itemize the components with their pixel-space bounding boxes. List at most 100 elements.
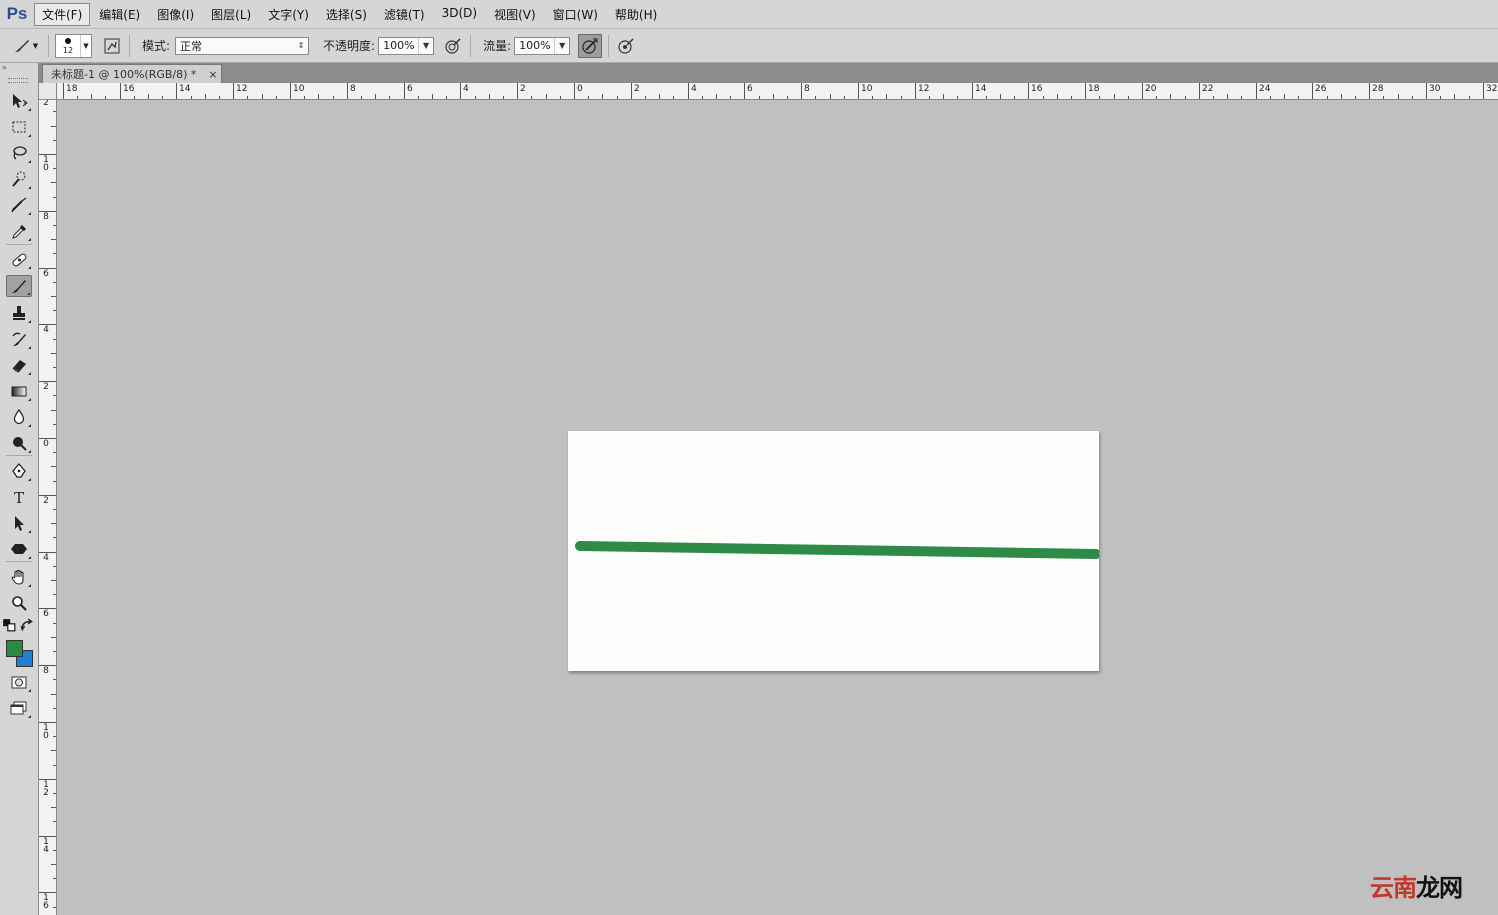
ruler-label: 16 <box>1031 84 1043 94</box>
ruler-origin[interactable] <box>39 83 57 100</box>
ruler-tick <box>1085 83 1086 99</box>
ruler-tick <box>51 864 56 865</box>
menu-item[interactable]: 视图(V) <box>486 3 544 26</box>
menu-item[interactable]: 窗口(W) <box>545 3 606 26</box>
ruler-label: 6 <box>43 269 49 279</box>
menu-item[interactable]: 选择(S) <box>318 3 375 26</box>
menu-item[interactable]: 编辑(E) <box>91 3 148 26</box>
opacity-pressure-toggle[interactable] <box>442 35 464 57</box>
path-select-tool[interactable] <box>6 512 32 534</box>
menu-bar: Ps 文件(F) 编辑(E) 图像(I) 图层(L) 文字(Y) 选择(S) 滤镜(T) 3D… <box>0 0 1498 29</box>
history-brush-tool[interactable] <box>6 328 32 350</box>
close-icon[interactable]: × <box>205 68 221 81</box>
hand-tool[interactable] <box>6 566 32 588</box>
eraser-tool[interactable] <box>6 354 32 376</box>
ruler-tick <box>53 225 56 226</box>
menu-item[interactable]: 滤镜(T) <box>376 3 433 26</box>
ruler-tick <box>318 94 319 99</box>
tool-preset-picker[interactable]: ▼ <box>8 35 42 57</box>
panel-grip[interactable] <box>8 78 28 83</box>
size-pressure-toggle[interactable] <box>615 35 637 57</box>
ruler-tick <box>1114 94 1115 99</box>
ruler-tick <box>347 83 348 99</box>
menu-item[interactable]: 3D(D) <box>434 3 485 26</box>
menu-item[interactable]: 帮助(H) <box>607 3 665 26</box>
menu-item[interactable]: 图像(I) <box>149 3 202 26</box>
horizontal-ruler[interactable]: 18 16 14 12 10 8 6 4 2 0 2 4 6 8 10 12 14 16 18 20 22 24 26 28 3… <box>57 83 1498 100</box>
ruler-tick <box>53 623 56 624</box>
brush-panel-toggle[interactable] <box>101 35 123 57</box>
healing-tool[interactable] <box>6 248 32 270</box>
foreground-color-swatch[interactable] <box>6 640 23 657</box>
brush-size-picker[interactable]: 12 ▼ <box>55 33 92 58</box>
ruler-tick <box>53 566 56 567</box>
lasso-tool[interactable] <box>6 142 32 164</box>
ruler-tick <box>53 537 56 538</box>
default-colors-button[interactable] <box>2 618 16 632</box>
shape-tool[interactable] <box>6 538 32 560</box>
ruler-tick <box>105 96 106 99</box>
ruler-tick <box>1028 83 1029 99</box>
dodge-tool[interactable] <box>6 432 32 454</box>
ruler-tick <box>53 765 56 766</box>
ruler-tick <box>53 168 56 169</box>
menu-item[interactable]: 文件(F) <box>34 2 91 26</box>
clone-stamp-tool[interactable] <box>6 302 32 324</box>
airbrush-toggle[interactable] <box>578 33 603 58</box>
ruler-tick <box>148 94 149 99</box>
ruler-tick <box>53 367 56 368</box>
divider <box>608 34 610 57</box>
brush-tool[interactable] <box>6 275 32 297</box>
gradient-tool[interactable] <box>6 380 32 402</box>
chevron-down-icon[interactable]: ▼ <box>554 37 569 54</box>
chevron-down-icon[interactable]: ▼ <box>418 37 433 54</box>
ruler-tick <box>560 96 561 99</box>
mode-select[interactable]: 正常 ⇕ <box>175 36 310 55</box>
zoom-tool[interactable] <box>6 592 32 614</box>
menu-items: 文件(F) 编辑(E) 图像(I) 图层(L) 文字(Y) 选择(S) 滤镜(T) 3D(D)… <box>34 2 666 26</box>
ruler-label: 20 <box>1145 84 1157 94</box>
pen-tool[interactable] <box>6 460 32 482</box>
eyedropper-tool[interactable] <box>6 220 32 242</box>
ruler-tick <box>205 94 206 99</box>
divider <box>470 34 472 57</box>
document-canvas[interactable] <box>568 431 1099 671</box>
quick-mask-button[interactable] <box>6 671 32 693</box>
opacity-label: 不透明度: <box>323 39 376 53</box>
quick-mask-icon <box>11 676 27 689</box>
svg-text:T: T <box>14 489 24 506</box>
quick-select-tool[interactable] <box>6 168 32 190</box>
move-tool[interactable] <box>6 90 32 112</box>
ruler-label: 2 <box>520 84 526 94</box>
ruler-tick <box>986 96 987 99</box>
document-tab[interactable]: 未标题-1 @ 100%(RGB/8) * × <box>42 64 222 83</box>
ruler-tick <box>53 253 56 254</box>
menu-item[interactable]: 文字(Y) <box>260 3 317 26</box>
pen-icon <box>12 463 26 478</box>
flow-input[interactable]: 100% ▼ <box>514 36 571 55</box>
ruler-label: 0 <box>43 439 49 449</box>
vertical-ruler[interactable]: 2 10 8 6 4 2 0 2 4 6 8 10 12 14 16 <box>39 100 57 915</box>
type-tool[interactable]: T <box>6 486 32 508</box>
ruler-tick <box>1256 83 1257 99</box>
screen-mode-button[interactable] <box>6 697 32 719</box>
swap-colors-button[interactable] <box>20 618 34 632</box>
menu-item[interactable]: 图层(L) <box>203 3 259 26</box>
crop-tool[interactable] <box>6 194 32 216</box>
workspace[interactable]: 云南龙网 <box>57 100 1498 915</box>
ruler-tick <box>51 466 56 467</box>
screen-mode-icon <box>10 701 27 715</box>
tool-divider <box>6 561 32 562</box>
ruler-tick <box>759 96 760 99</box>
ruler-tick <box>1383 96 1384 99</box>
ruler-label: 10 <box>43 723 49 741</box>
opacity-input[interactable]: 100% ▼ <box>378 36 435 55</box>
marquee-tool[interactable] <box>6 116 32 138</box>
type-icon: T <box>14 489 24 506</box>
collapse-panel-icon[interactable]: » <box>2 63 36 73</box>
ruler-tick <box>1199 83 1200 99</box>
blur-tool[interactable] <box>6 406 32 428</box>
ruler-tick <box>51 580 56 581</box>
ruler-tick <box>120 83 121 99</box>
ruler-tick <box>574 83 575 99</box>
